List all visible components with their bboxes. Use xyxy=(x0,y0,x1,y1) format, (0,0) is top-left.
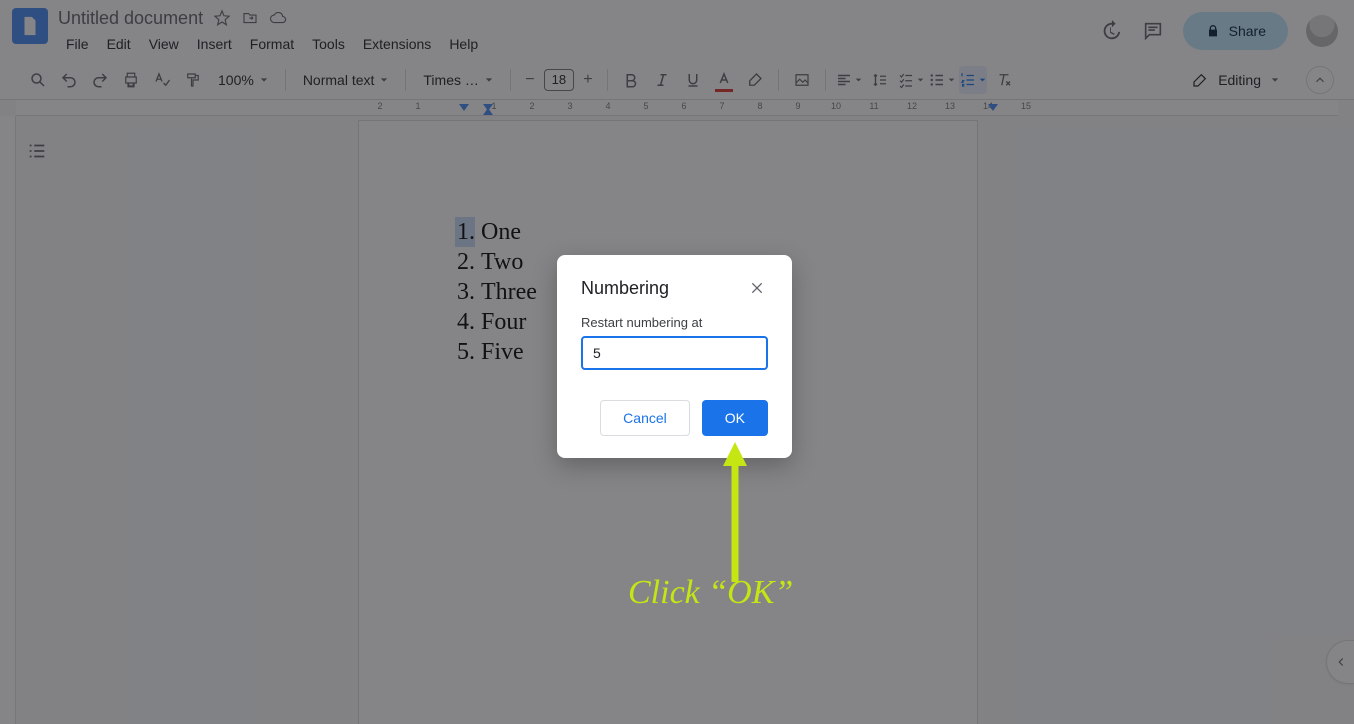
close-icon[interactable] xyxy=(746,277,768,299)
dialog-title: Numbering xyxy=(581,278,669,299)
restart-numbering-input[interactable] xyxy=(581,336,768,370)
dialog-field-label: Restart numbering at xyxy=(581,315,768,330)
cancel-button[interactable]: Cancel xyxy=(600,400,690,436)
ok-button[interactable]: OK xyxy=(702,400,768,436)
numbering-dialog: Numbering Restart numbering at Cancel OK xyxy=(557,255,792,458)
